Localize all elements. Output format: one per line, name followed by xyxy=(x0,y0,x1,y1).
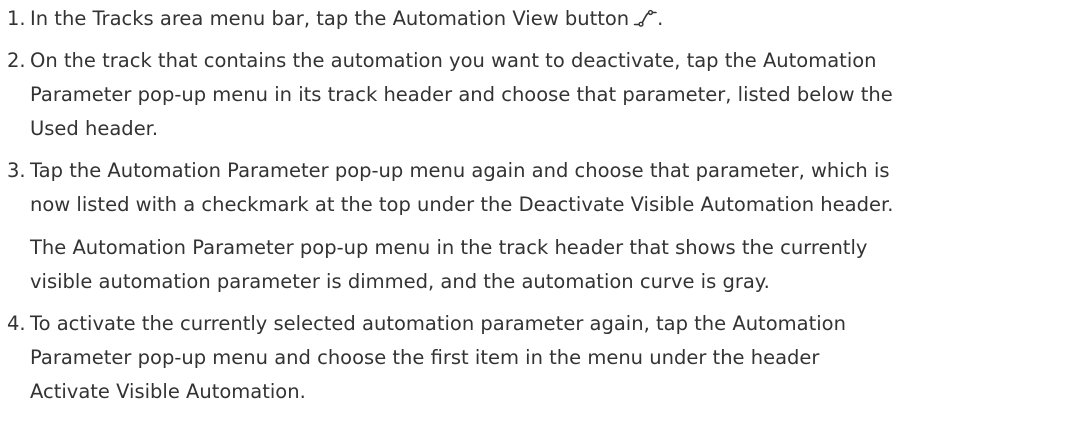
step-number: 4. xyxy=(7,312,26,335)
step-line: Activate Visible Automation. xyxy=(30,380,306,403)
step-paragraph: Tap the Automation Parameter pop-up menu… xyxy=(30,154,1084,222)
step-paragraph: To activate the currently selected autom… xyxy=(30,307,1084,409)
step-line: Used header. xyxy=(30,117,159,140)
step-3: 3. Tap the Automation Parameter pop-up m… xyxy=(0,154,1084,299)
step-line: In the Tracks area menu bar, tap the Aut… xyxy=(30,7,630,30)
automation-curve-icon xyxy=(633,9,657,27)
step-number: 1. xyxy=(7,7,26,30)
step-line: visible automation parameter is dimmed, … xyxy=(30,270,770,293)
step-paragraph: On the track that contains the automatio… xyxy=(30,44,1084,146)
step-line: The Automation Parameter pop-up menu in … xyxy=(30,236,868,259)
instruction-steps: 1. In the Tracks area menu bar, tap the … xyxy=(0,2,1084,409)
step-line: Parameter pop-up menu and choose the fir… xyxy=(30,346,820,369)
step-line: On the track that contains the automatio… xyxy=(30,49,877,72)
step-number: 2. xyxy=(7,49,26,72)
step-line: now listed with a checkmark at the top u… xyxy=(30,193,894,216)
step-2: 2. On the track that contains the automa… xyxy=(0,44,1084,146)
step-line: To activate the currently selected autom… xyxy=(30,312,846,335)
sentence-period: . xyxy=(657,7,664,30)
step-result-paragraph: The Automation Parameter pop-up menu in … xyxy=(30,231,1084,299)
step-paragraph: In the Tracks area menu bar, tap the Aut… xyxy=(30,2,1084,36)
step-line: Tap the Automation Parameter pop-up menu… xyxy=(30,159,890,182)
step-line: Parameter pop-up menu in its track heade… xyxy=(30,83,893,106)
step-1: 1. In the Tracks area menu bar, tap the … xyxy=(0,2,1084,36)
step-4: 4. To activate the currently selected au… xyxy=(0,307,1084,409)
step-number: 3. xyxy=(7,159,26,182)
